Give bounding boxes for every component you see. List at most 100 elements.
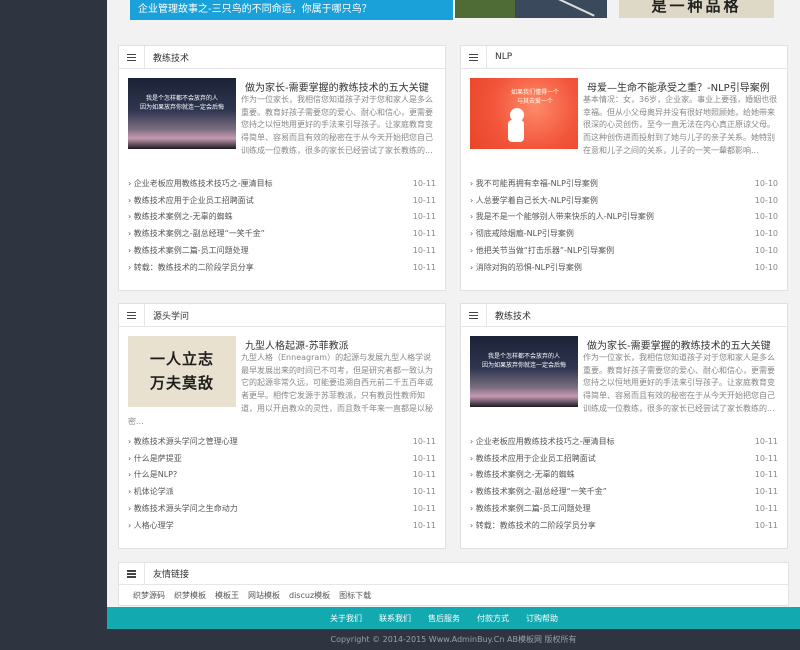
list-item-date: 10-11 [412,453,436,463]
panel-coaching-right: 教练技术 我是个怎样都不会放弃的人 因为如果放弃你就连一定会后悔 做为家长-需要… [460,303,788,549]
list-item[interactable]: › 转载：教练技术的二阶段学员分享 10-11 [128,259,436,276]
list-item-date: 10-11 [412,178,436,188]
list-item-link[interactable]: › 企业老板应用教练技术技巧之-厘清目标 [470,436,615,447]
friend-link[interactable]: 图标下载 [339,590,371,601]
list-item-link[interactable]: › 转载：教练技术的二阶段学员分享 [128,262,254,273]
list-item-link[interactable]: › 什么是萨提亚 [128,453,182,464]
list-item-date: 10-11 [754,436,778,446]
list-item-date: 10-11 [412,262,436,272]
list-item-date: 10-10 [754,246,778,256]
list-item[interactable]: › 教练技术源头学问之生命动力 10-11 [128,500,436,517]
list-item-link[interactable]: › 教练技术源头学问之生命动力 [128,503,238,514]
list-item-link[interactable]: › 教练技术应用于企业员工招聘面试 [128,195,254,206]
featured-title[interactable]: 母爱—生命不能承受之重？-NLP引导案例 [587,79,770,94]
list-item-link[interactable]: › 他把关节当做“打击乐器”-NLP引导案例 [470,245,614,256]
article-list: › 企业老板应用教练技术技巧之-厘清目标 10-11 › 教练技术应用于企业员工招… [470,433,778,534]
menu-icon [119,303,145,327]
list-item-link[interactable]: › 我不可能再拥有幸福-NLP引导案例 [470,178,598,189]
list-item-link[interactable]: › 转载：教练技术的二阶段学员分享 [470,520,596,531]
list-item[interactable]: › 教练技术案例之-副总经理“一笑千金” 10-11 [128,225,436,242]
panel-title[interactable]: 教练技术 [145,51,189,64]
list-item-link[interactable]: › 教练技术案例之-副总经理“一笑千金” [470,486,607,497]
list-item-date: 10-11 [412,487,436,497]
panel-title[interactable]: 教练技术 [487,309,531,322]
main-content: 企业管理故事之-三只鸟的不同命运，你属于哪只鸟？ 是一种品格 教练技术 我是个怎… [107,0,800,610]
menu-icon [119,45,145,69]
panel-title[interactable]: 源头学问 [145,309,189,322]
list-item-date: 10-10 [754,195,778,205]
friend-link[interactable]: 模板王 [215,590,239,601]
list-item-link[interactable]: › 教练技术案例二篇-员工问题处理 [128,245,249,256]
list-item[interactable]: › 企业老板应用教练技术技巧之-厘清目标 10-11 [128,175,436,192]
list-item[interactable]: › 教练技术案例之-无辜的蜘蛛 10-11 [470,467,778,484]
list-item-date: 10-10 [754,262,778,272]
menu-icon [461,45,487,69]
friend-link[interactable]: 织梦模板 [174,590,206,601]
featured-title[interactable]: 九型人格起源-苏菲教派 [245,337,349,352]
list-item-link[interactable]: › 什么是NLP? [128,469,177,480]
list-item-link[interactable]: › 教练技术案例之-无辜的蜘蛛 [470,469,575,480]
list-item-link[interactable]: › 人总要学着自己长大-NLP引导案例 [470,195,598,206]
list-item[interactable]: › 他把关节当做“打击乐器”-NLP引导案例 10-10 [470,242,778,259]
list-item[interactable]: › 教练技术案例之-副总经理“一笑千金” 10-11 [470,483,778,500]
list-item-date: 10-11 [412,520,436,530]
list-item[interactable]: › 我不可能再拥有幸福-NLP引导案例 10-10 [470,175,778,192]
featured-title[interactable]: 做为家长-需要掌握的教练技术的五大关键 [245,79,429,94]
list-item-date: 10-11 [754,470,778,480]
banner-image-sports[interactable] [455,0,607,18]
banner-headline-link[interactable]: 企业管理故事之-三只鸟的不同命运，你属于哪只鸟？ [130,0,453,20]
panel-coaching-left: 教练技术 我是个怎样都不会放弃的人 因为如果放弃你就连一定会后悔 做为家长-需要… [118,45,446,291]
list-item[interactable]: › 消除对狗的恐惧-NLP引导案例 10-10 [470,259,778,276]
list-item-date: 10-11 [754,487,778,497]
list-item[interactable]: › 企业老板应用教练技术技巧之-厘清目标 10-11 [470,433,778,450]
footer-link-order-help[interactable]: 订购帮助 [526,613,558,624]
article-list: › 我不可能再拥有幸福-NLP引导案例 10-10 › 人总要学着自己长大-NLP… [470,175,778,276]
top-banner-strip: 企业管理故事之-三只鸟的不同命运，你属于哪只鸟？ 是一种品格 [107,0,800,32]
menu-icon [461,303,487,327]
featured-article: 如果我们懂得一个 与其去爱一个 母爱—生命不能承受之重？-NLP引导案例 基本情况… [470,78,778,175]
list-item-link[interactable]: › 教练技术源头学问之管理心理 [128,436,238,447]
list-item-link[interactable]: › 机体论学派 [128,486,174,497]
article-list: › 教练技术源头学问之管理心理 10-11 › 什么是萨提亚 10-11 › 什么是… [128,433,436,534]
footer-link-about[interactable]: 关于我们 [330,613,362,624]
list-item[interactable]: › 人格心理学 10-11 [128,517,436,534]
list-item-link[interactable]: › 彻底戒除烟瘾-NLP引导案例 [470,228,574,239]
banner-image-quote[interactable]: 是一种品格 [619,0,774,18]
list-item[interactable]: › 教练技术应用于企业员工招聘面试 10-11 [128,192,436,209]
panel-header: 教练技术 [119,45,445,69]
list-item-link[interactable]: › 教练技术案例之-无辜的蜘蛛 [128,211,233,222]
list-item-link[interactable]: › 企业老板应用教练技术技巧之-厘清目标 [128,178,273,189]
footer-link-contact[interactable]: 联系我们 [379,613,411,624]
list-item-date: 10-10 [754,178,778,188]
list-item[interactable]: › 教练技术案例二篇-员工问题处理 10-11 [128,242,436,259]
list-item[interactable]: › 教练技术案例二篇-员工问题处理 10-11 [470,500,778,517]
list-item[interactable]: › 我是不是一个能够别人带来快乐的人-NLP引导案例 10-10 [470,209,778,226]
list-item[interactable]: › 彻底戒除烟瘾-NLP引导案例 10-10 [470,225,778,242]
list-item-link[interactable]: › 人格心理学 [128,520,174,531]
footer-link-after-sales[interactable]: 售后服务 [428,613,460,624]
list-item[interactable]: › 教练技术源头学问之管理心理 10-11 [128,433,436,450]
panel-title[interactable]: NLP [487,52,512,62]
list-item[interactable]: › 什么是NLP? 10-11 [128,467,436,484]
friend-link[interactable]: discuz模板 [289,590,330,601]
list-item-link[interactable]: › 教练技术应用于企业员工招聘面试 [470,453,596,464]
featured-title[interactable]: 做为家长-需要掌握的教练技术的五大关键 [587,337,771,352]
list-item-link[interactable]: › 教练技术案例之-副总经理“一笑千金” [128,228,265,239]
featured-article: 一人立志 万夫莫敌 九型人格起源-苏菲教派 九型人格（Enneagram）的起源… [128,336,436,433]
list-item-link[interactable]: › 教练技术案例二篇-员工问题处理 [470,503,591,514]
friend-links-panel: 友情链接 织梦源码 织梦模板 模板王 网站模板 discuz模板 图标下载 [118,562,789,606]
list-item-link[interactable]: › 我是不是一个能够别人带来快乐的人-NLP引导案例 [470,211,654,222]
list-item[interactable]: › 人总要学着自己长大-NLP引导案例 10-10 [470,192,778,209]
friend-link[interactable]: 网站模板 [248,590,280,601]
list-item[interactable]: › 教练技术案例之-无辜的蜘蛛 10-11 [128,209,436,226]
list-item-link[interactable]: › 消除对狗的恐惧-NLP引导案例 [470,262,582,273]
article-list: › 企业老板应用教练技术技巧之-厘清目标 10-11 › 教练技术应用于企业员工招… [128,175,436,276]
friend-link[interactable]: 织梦源码 [133,590,165,601]
list-item[interactable]: › 机体论学派 10-11 [128,483,436,500]
footer-nav-bar: 关于我们 联系我们 售后服务 付款方式 订购帮助 [107,607,800,629]
list-item[interactable]: › 什么是萨提亚 10-11 [128,450,436,467]
list-item[interactable]: › 教练技术应用于企业员工招聘面试 10-11 [470,450,778,467]
list-item-date: 10-11 [754,453,778,463]
footer-link-payment[interactable]: 付款方式 [477,613,509,624]
list-item[interactable]: › 转载：教练技术的二阶段学员分享 10-11 [470,517,778,534]
